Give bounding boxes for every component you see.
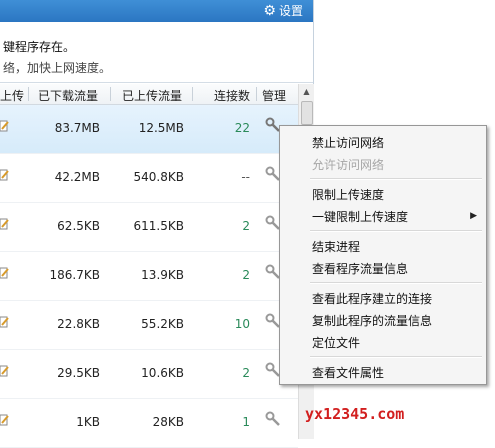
settings-button[interactable]: ⚙ 设置 [263, 0, 303, 22]
downloaded-value: 83.7MB [54, 121, 100, 135]
submenu-arrow-icon: ▶ [470, 211, 477, 221]
column-separator [28, 87, 29, 101]
uploaded-value: 611.5KB [133, 219, 184, 233]
column-header-manage[interactable]: 管理 [262, 87, 286, 104]
uploaded-value: 13.9KB [141, 268, 184, 282]
uploaded-value: 12.5MB [138, 121, 184, 135]
downloaded-value: 29.5KB [57, 366, 100, 380]
edit-icon [0, 120, 9, 132]
column-header-upload[interactable]: 上传 [0, 87, 24, 104]
downloaded-value: 186.7KB [49, 268, 100, 282]
scroll-up-arrow-icon[interactable]: ▲ [299, 84, 314, 99]
edit-icon [0, 169, 9, 181]
info-text-line-2: 络，加快上网速度。 [3, 61, 112, 75]
menu-item-one-click-limit[interactable]: 一键限制上传速度 [312, 208, 408, 225]
menu-separator [310, 230, 482, 232]
column-separator [192, 87, 193, 101]
downloaded-value: 1KB [76, 415, 100, 429]
menu-separator [310, 178, 482, 180]
table-row[interactable]: 29.5KB 10.6KB 2 [0, 350, 298, 399]
downloaded-value: 62.5KB [57, 219, 100, 233]
divider [0, 82, 313, 83]
menu-item-view-connections[interactable]: 查看此程序建立的连接 [312, 290, 432, 307]
wrench-icon[interactable] [265, 411, 281, 427]
edit-icon [0, 218, 9, 230]
downloaded-value: 22.8KB [57, 317, 100, 331]
gear-icon: ⚙ [263, 3, 276, 19]
table-row[interactable]: 22.8KB 55.2KB 10 [0, 301, 298, 350]
menu-item-copy-traffic[interactable]: 复制此程序的流量信息 [312, 312, 432, 329]
downloaded-value: 42.2MB [54, 170, 100, 184]
edit-icon [0, 267, 9, 279]
table-row[interactable]: 62.5KB 611.5KB 2 [0, 203, 298, 252]
connections-value[interactable]: 2 [242, 219, 250, 233]
connections-value[interactable]: 10 [235, 317, 250, 331]
column-header-uploaded[interactable]: 已上传流量 [122, 87, 182, 104]
column-header-connections[interactable]: 连接数 [214, 87, 250, 104]
table-row[interactable]: 83.7MB 12.5MB 22 [0, 105, 298, 154]
menu-item-file-properties[interactable]: 查看文件属性 [312, 364, 384, 381]
menu-item-end-process[interactable]: 结束进程 [312, 238, 360, 255]
menu-item-locate-file[interactable]: 定位文件 [312, 334, 360, 351]
column-header-downloaded[interactable]: 已下载流量 [38, 87, 98, 104]
scroll-thumb[interactable] [301, 101, 313, 125]
menu-item-allow-network: 允许访问网络 [312, 158, 385, 172]
table-row[interactable]: 42.2MB 540.8KB -- [0, 154, 298, 203]
context-menu: 禁止访问网络 允许访问网络 限制上传速度 一键限制上传速度 ▶ 结束进程 查看程… [279, 125, 487, 385]
connections-value[interactable]: 2 [242, 366, 250, 380]
table-row[interactable]: 186.7KB 13.9KB 2 [0, 252, 298, 301]
uploaded-value: 540.8KB [133, 170, 184, 184]
edit-icon [0, 414, 9, 426]
title-bar: ⚙ 设置 [0, 0, 313, 22]
settings-label: 设置 [278, 4, 303, 18]
edit-icon [0, 365, 9, 377]
menu-item-ban-network[interactable]: 禁止访问网络 [312, 134, 384, 151]
column-separator [110, 87, 111, 101]
menu-item-limit-upload[interactable]: 限制上传速度 [312, 186, 384, 203]
uploaded-value: 28KB [152, 415, 184, 429]
connections-value[interactable]: 22 [235, 121, 250, 135]
table-header: 上传 已下载流量 已上传流量 连接数 管理 [0, 84, 298, 105]
menu-separator [310, 282, 482, 284]
menu-item-view-traffic[interactable]: 查看程序流量信息 [312, 260, 408, 277]
table-row[interactable]: 1KB 28KB 1 [0, 399, 298, 448]
uploaded-value: 10.6KB [141, 366, 184, 380]
menu-separator [310, 356, 482, 358]
connections-value[interactable]: 2 [242, 268, 250, 282]
watermark: yx12345.com [305, 405, 405, 423]
edit-icon [0, 316, 9, 328]
uploaded-value: 55.2KB [141, 317, 184, 331]
info-text-line-1: 键程序存在。 [3, 40, 76, 54]
connections-value[interactable]: 1 [242, 415, 250, 429]
column-separator [256, 87, 257, 101]
connections-value: -- [241, 170, 250, 184]
